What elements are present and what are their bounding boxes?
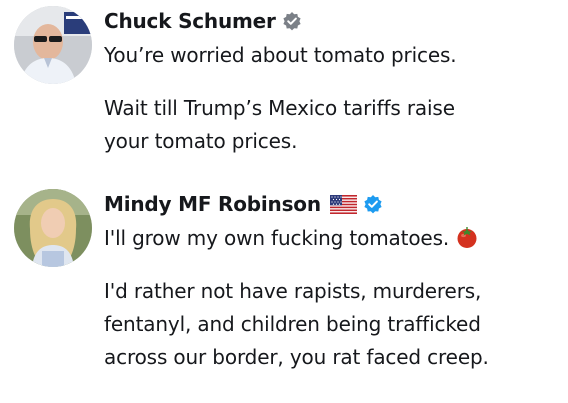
post-content: Mindy MF Robinson I'll grow my own fucki… [104, 189, 562, 374]
avatar-photo [14, 6, 92, 84]
tweet-line: across our border, you rat faced creep. [104, 345, 489, 369]
us-flag-icon [329, 194, 357, 214]
avatar-photo [14, 189, 92, 267]
tweet-line: your tomato prices. [104, 129, 298, 153]
tweet-line: I'll grow my own fucking tomatoes. [104, 226, 450, 250]
tweet-paragraph: I'll grow my own fucking tomatoes. [104, 222, 562, 255]
tweet-line: Wait till Trump’s Mexico tariffs raise [104, 96, 455, 120]
avatar[interactable] [14, 6, 92, 84]
tweet-paragraph: Wait till Trump’s Mexico tariffs raise y… [104, 92, 562, 158]
tweet-text: You’re worried about tomato prices. Wait… [104, 39, 562, 158]
tweet-paragraph: I'd rather not have rapists, murderers, … [104, 275, 562, 374]
author-row: Mindy MF Robinson [104, 189, 562, 219]
author-row: Chuck Schumer [104, 6, 562, 36]
verified-badge-icon [282, 11, 302, 31]
tweet-text: I'll grow my own fucking tomatoes. I'd r… [104, 222, 562, 374]
tweet-line: I'd rather not have rapists, murderers, [104, 279, 482, 303]
post-content: Chuck Schumer You’re worried about tomat… [104, 6, 562, 158]
tweet-line: fentanyl, and children being trafficked [104, 312, 481, 336]
tomato-icon [455, 225, 479, 249]
tweet-paragraph: You’re worried about tomato prices. [104, 39, 562, 72]
tweet-line: You’re worried about tomato prices. [104, 43, 457, 67]
verified-badge-icon [363, 194, 383, 214]
author-name[interactable]: Mindy MF Robinson [104, 192, 321, 216]
avatar[interactable] [14, 189, 92, 267]
author-name[interactable]: Chuck Schumer [104, 9, 276, 33]
